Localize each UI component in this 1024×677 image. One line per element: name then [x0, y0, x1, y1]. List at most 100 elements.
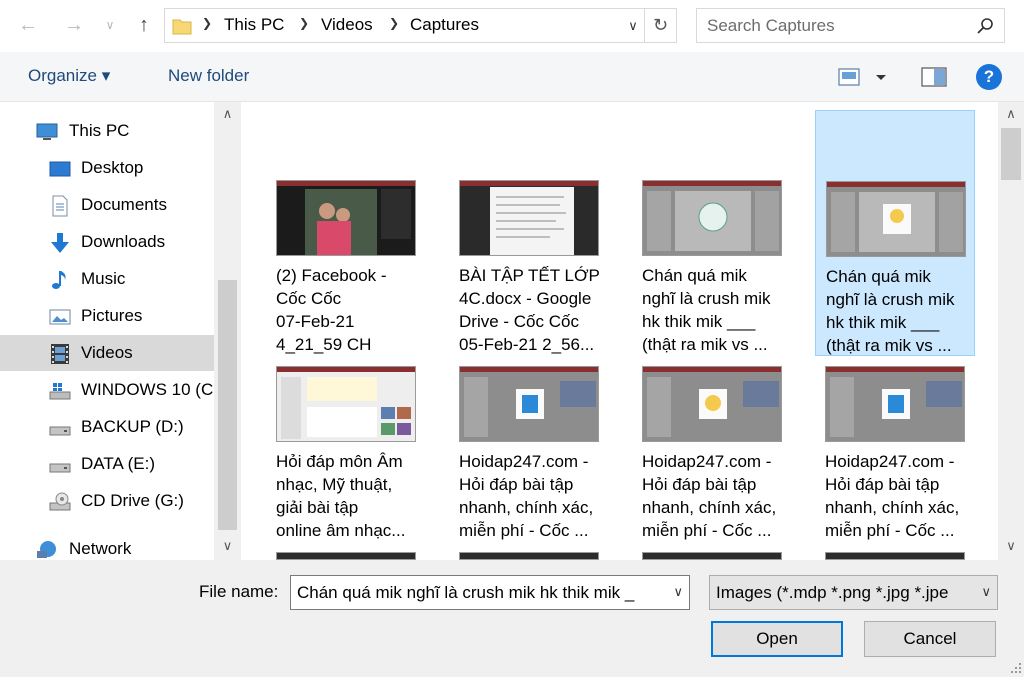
resize-grip-icon[interactable] — [1008, 660, 1022, 674]
file-name-combobox[interactable]: ∨ — [290, 575, 690, 610]
network-icon — [37, 541, 56, 558]
cd-drive-icon — [49, 492, 71, 511]
chevron-down-icon[interactable]: ∨ — [621, 9, 645, 42]
file-thumbnail — [825, 366, 965, 442]
download-arrow-icon — [51, 233, 69, 253]
file-grid: (2) Facebook - Cốc Cốc 07-Feb-21 4_21_59… — [241, 102, 998, 560]
help-icon[interactable]: ? — [976, 64, 1002, 90]
file-tile[interactable]: Hoidap247.com - Hỏi đáp bài tập nhanh, c… — [449, 356, 609, 560]
nav-label: Network — [69, 539, 132, 558]
chevron-down-icon[interactable]: ∨ — [981, 584, 991, 600]
file-scroll-thumb[interactable] — [1001, 128, 1021, 180]
nav-label: BACKUP (D:) — [81, 417, 184, 436]
nav-item-downloads[interactable]: Downloads — [0, 224, 214, 260]
file-tile-selected[interactable]: Chán quá mik nghĩ là crush mik hk thik m… — [815, 110, 975, 356]
file-thumbnail — [276, 366, 416, 442]
file-type-value: Images (*.mdp *.png *.jpg *.jpe — [716, 583, 949, 602]
nav-label: Downloads — [81, 232, 166, 251]
nav-item-desktop[interactable]: Desktop — [0, 150, 214, 186]
command-bar: Organize ▾ New folder — [0, 52, 1024, 102]
webpage-thumbnail-icon — [643, 181, 781, 255]
file-thumbnail — [826, 181, 966, 257]
drive-icon — [49, 426, 71, 436]
forward-button[interactable]: → — [60, 12, 88, 38]
nav-item-videos[interactable]: Videos — [0, 335, 214, 371]
scroll-up-icon[interactable]: ∧ — [998, 106, 1024, 126]
file-thumbnail — [276, 180, 416, 256]
nav-item-cd-drive[interactable]: CD Drive (G:) — [0, 483, 214, 519]
nav-item-documents[interactable]: Documents — [0, 187, 214, 223]
change-view-icon[interactable] — [838, 66, 890, 88]
webpage-thumbnail-icon — [643, 367, 781, 441]
file-name: Hỏi đáp môn Âm nhạc, Mỹ thuật, giải bài … — [276, 452, 406, 540]
file-thumbnail-partial[interactable] — [642, 552, 782, 560]
scroll-down-icon[interactable]: ∨ — [214, 538, 241, 558]
file-thumbnail-partial[interactable] — [276, 552, 416, 560]
new-folder-button[interactable]: New folder — [168, 66, 249, 86]
nav-label: WINDOWS 10 (C — [81, 380, 214, 399]
nav-item-this-pc[interactable]: This PC — [0, 113, 214, 149]
file-scrollbar[interactable]: ∧ ∨ — [998, 102, 1024, 560]
document-thumbnail-icon — [460, 181, 598, 255]
breadcrumb-separator-icon: ❯ — [202, 16, 213, 30]
back-button[interactable]: ← — [14, 12, 42, 38]
file-thumbnail-partial[interactable] — [825, 552, 965, 560]
nav-item-pictures[interactable]: Pictures — [0, 298, 214, 334]
breadcrumb-this-pc[interactable]: This PC — [224, 15, 284, 35]
nav-item-music[interactable]: Music — [0, 261, 214, 297]
webpage-thumbnail-icon — [826, 367, 964, 441]
nav-scrollbar[interactable]: ∧ ∨ — [214, 102, 241, 560]
nav-label: Pictures — [81, 306, 143, 325]
file-tile[interactable]: Hoidap247.com - Hỏi đáp bài tập nhanh, c… — [815, 356, 975, 560]
nav-label: Videos — [81, 343, 133, 362]
organize-button[interactable]: Organize ▾ — [28, 66, 110, 86]
navigation-pane: This PC Desktop Documents Downloads Musi… — [0, 102, 241, 560]
file-name: BÀI TẬP TẾT LỚP 4C.docx - Google Drive -… — [459, 266, 600, 354]
nav-item-backup-drive[interactable]: BACKUP (D:) — [0, 409, 214, 445]
file-thumbnail — [642, 180, 782, 256]
nav-item-windows-drive[interactable]: WINDOWS 10 (C — [0, 372, 214, 408]
up-button[interactable]: ↑ — [130, 12, 158, 38]
file-thumbnail — [459, 366, 599, 442]
nav-label: Desktop — [81, 158, 144, 177]
nav-item-data-drive[interactable]: DATA (E:) — [0, 446, 214, 482]
open-button[interactable]: Open — [711, 621, 843, 657]
nav-label: DATA (E:) — [81, 454, 155, 473]
file-name: Hoidap247.com - Hỏi đáp bài tập nhanh, c… — [459, 452, 594, 540]
nav-label: Documents — [81, 195, 167, 214]
nav-label: CD Drive (G:) — [81, 491, 184, 510]
windows-drive-icon — [49, 383, 71, 400]
refresh-button[interactable]: ↻ — [645, 8, 677, 43]
cancel-button[interactable]: Cancel — [864, 621, 996, 657]
breadcrumb-separator-icon: ❯ — [299, 16, 310, 30]
file-name: Chán quá mik nghĩ là crush mik hk thik m… — [642, 266, 771, 354]
search-icon[interactable] — [976, 17, 994, 35]
search-input[interactable] — [707, 15, 967, 37]
breadcrumb-separator-icon: ❯ — [389, 16, 400, 30]
breadcrumb-captures[interactable]: Captures — [410, 15, 479, 35]
file-name-input[interactable] — [297, 582, 661, 604]
file-name: Hoidap247.com - Hỏi đáp bài tập nhanh, c… — [825, 452, 960, 540]
file-type-select[interactable]: Images (*.mdp *.png *.jpg *.jpe ∨ — [709, 575, 998, 610]
file-thumbnail — [642, 366, 782, 442]
scroll-down-icon[interactable]: ∨ — [998, 538, 1024, 558]
file-tile[interactable]: Hỏi đáp môn Âm nhạc, Mỹ thuật, giải bài … — [266, 356, 426, 560]
file-tile[interactable]: Hoidap247.com - Hỏi đáp bài tập nhanh, c… — [632, 356, 792, 560]
address-bar[interactable]: ❯ This PC ❯ Videos ❯ Captures ∨ — [164, 8, 645, 43]
nav-label: Music — [81, 269, 126, 288]
breadcrumb-videos[interactable]: Videos — [321, 15, 373, 35]
desktop-icon — [49, 161, 71, 177]
webpage-thumbnail-icon — [827, 182, 965, 256]
nav-scroll-thumb[interactable] — [218, 280, 237, 530]
file-thumbnail — [459, 180, 599, 256]
search-box[interactable] — [696, 8, 1005, 43]
file-thumbnail-partial[interactable] — [459, 552, 599, 560]
preview-pane-icon[interactable] — [921, 66, 947, 88]
chevron-down-icon[interactable]: ∨ — [673, 584, 683, 600]
pictures-icon — [49, 309, 71, 325]
computer-icon — [36, 123, 58, 140]
drive-icon — [49, 463, 71, 473]
scroll-up-icon[interactable]: ∧ — [214, 106, 241, 126]
webpage-thumbnail-icon — [277, 367, 415, 441]
recent-locations-button[interactable]: ∨ — [100, 12, 120, 38]
